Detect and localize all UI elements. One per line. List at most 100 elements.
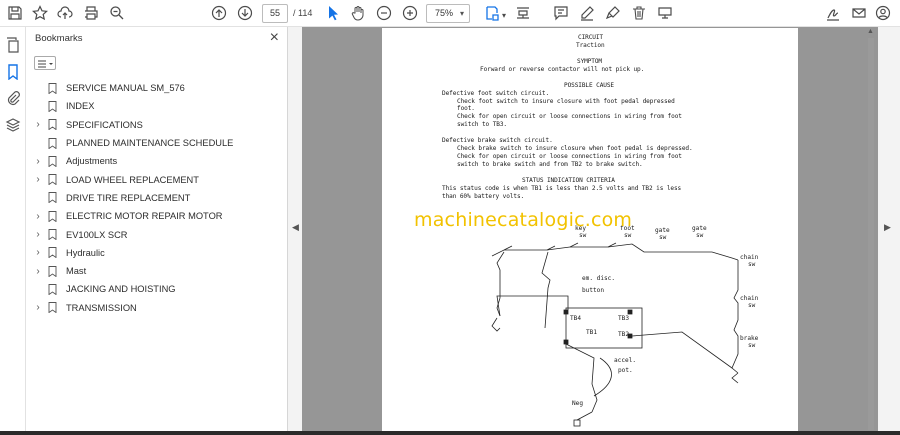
bookmark-label: DRIVE TIRE REPLACEMENT — [66, 192, 191, 203]
bookmark-label: PLANNED MAINTENANCE SCHEDULE — [66, 138, 234, 149]
bookmark-icon — [48, 82, 57, 94]
bookmark-icon — [48, 155, 57, 167]
page-up-icon[interactable] — [210, 4, 228, 22]
chevron-right-icon: ▶ — [884, 222, 891, 232]
delete-icon[interactable] — [630, 4, 648, 22]
bookmark-item[interactable]: › ELECTRIC MOTOR REPAIR MOTOR — [26, 207, 288, 225]
select-cursor-icon[interactable] — [324, 4, 342, 22]
print-icon[interactable] — [82, 4, 100, 22]
bookmark-icon — [48, 302, 57, 314]
bookmark-label: EV100LX SCR — [66, 229, 128, 240]
chevron-left-icon: ◀ — [292, 222, 299, 232]
bookmark-item[interactable]: › Hydraulic — [26, 244, 288, 262]
label-sw6: sw — [748, 302, 756, 309]
panel-collapse-handle[interactable]: ◀ — [288, 27, 302, 435]
bookmark-label: SPECIFICATIONS — [66, 119, 143, 130]
page-fit-icon[interactable] — [483, 4, 501, 22]
bookmark-item[interactable]: › TRANSMISSION — [26, 299, 288, 317]
bookmark-label: ELECTRIC MOTOR REPAIR MOTOR — [66, 211, 223, 222]
label-brake: brake — [740, 335, 759, 342]
label-sw1: sw — [579, 232, 587, 239]
page-down-icon[interactable] — [236, 4, 254, 22]
right-panel-handle[interactable]: ▶ — [878, 27, 900, 435]
chevron-right-icon[interactable]: › — [32, 119, 44, 130]
bookmarks-panel-icon[interactable] — [5, 64, 21, 81]
chevron-right-icon[interactable]: › — [32, 211, 44, 222]
label-sw5: sw — [748, 261, 756, 268]
layers-icon[interactable] — [5, 117, 21, 133]
bookmark-item[interactable]: PLANNED MAINTENANCE SCHEDULE — [26, 134, 288, 152]
bookmark-item[interactable]: › LOAD WHEEL REPLACEMENT — [26, 170, 288, 188]
highlight-icon[interactable] — [604, 4, 622, 22]
label-sw3: sw — [659, 234, 667, 241]
zoom-in-icon[interactable] — [401, 4, 419, 22]
bookmark-star-icon[interactable] — [31, 4, 49, 22]
bookmark-icon — [48, 283, 57, 295]
chevron-right-icon[interactable]: › — [32, 302, 44, 313]
document-viewer: CIRCUIT Traction SYMPTOM Forward or reve… — [302, 27, 878, 435]
pdf-page: CIRCUIT Traction SYMPTOM Forward or reve… — [382, 28, 798, 435]
zoom-search-icon[interactable] — [108, 4, 126, 22]
scroll-up-arrow[interactable]: ▲ — [867, 28, 874, 35]
label-gate1: gate — [655, 227, 670, 234]
label-sw4: sw — [696, 232, 704, 239]
zoom-select[interactable]: 75% ▾ — [426, 4, 470, 23]
bookmark-item[interactable]: SERVICE MANUAL SM_576 — [26, 79, 288, 97]
bookmark-icon — [48, 265, 57, 277]
chevron-right-icon[interactable]: › — [32, 229, 44, 240]
vertical-scrollbar[interactable] — [868, 38, 874, 430]
attachments-icon[interactable] — [5, 90, 21, 106]
label-neg: Neg — [572, 400, 583, 407]
label-tb1: TB1 — [586, 329, 597, 336]
scroll-mode-icon[interactable] — [514, 4, 532, 22]
taskbar-strip — [0, 431, 900, 435]
pen-icon[interactable] — [578, 4, 596, 22]
comment-icon[interactable] — [552, 4, 570, 22]
bookmark-icon — [48, 119, 57, 131]
bookmark-item[interactable]: › Mast — [26, 262, 288, 280]
bookmark-icon — [48, 247, 57, 259]
watermark: machinecatalogic.com — [414, 209, 633, 231]
close-icon[interactable]: × — [270, 29, 279, 47]
page-number-input[interactable]: 55 — [262, 4, 288, 23]
label-accel: accel. — [614, 357, 636, 364]
account-icon[interactable] — [874, 4, 892, 22]
bookmark-item[interactable]: JACKING AND HOISTING — [26, 280, 288, 298]
cloud-upload-icon[interactable] — [56, 4, 74, 22]
chevron-right-icon[interactable]: › — [32, 266, 44, 277]
bookmark-list: SERVICE MANUAL SM_576 INDEX › SPECIFICATION… — [26, 79, 288, 317]
bookmark-item[interactable]: DRIVE TIRE REPLACEMENT — [26, 189, 288, 207]
zoom-out-icon[interactable] — [375, 4, 393, 22]
chevron-right-icon[interactable]: › — [32, 156, 44, 167]
label-em-disc: em. disc. — [582, 275, 615, 282]
bookmark-options-button[interactable] — [34, 56, 56, 70]
label-tb3: TB3 — [618, 315, 629, 322]
bookmark-label: Adjustments — [66, 156, 118, 167]
top-toolbar: 55 / 114 75% ▾ ▾ — [0, 0, 900, 27]
label-chain1: chain — [740, 254, 759, 261]
left-nav-rail — [0, 27, 26, 435]
sign-icon[interactable] — [824, 4, 842, 22]
bookmark-item[interactable]: INDEX — [26, 97, 288, 115]
bookmark-label: INDEX — [66, 101, 95, 112]
bookmark-icon — [48, 192, 57, 204]
label-button: button — [582, 287, 604, 294]
page-thumbnails-icon[interactable] — [5, 37, 21, 53]
chevron-down-icon: ▾ — [459, 9, 464, 18]
bookmark-item[interactable]: › SPECIFICATIONS — [26, 116, 288, 134]
bookmark-item[interactable]: › EV100LX SCR — [26, 225, 288, 243]
save-icon[interactable] — [6, 4, 24, 22]
chevron-right-icon[interactable]: › — [32, 174, 44, 185]
chevron-down-icon[interactable]: ▾ — [500, 6, 508, 24]
bookmark-item[interactable]: › Adjustments — [26, 152, 288, 170]
bookmark-label: TRANSMISSION — [66, 302, 137, 313]
mail-icon[interactable] — [850, 4, 868, 22]
label-chain2: chain — [740, 295, 759, 302]
bookmark-icon — [48, 174, 57, 186]
hand-tool-icon[interactable] — [349, 4, 367, 22]
wiring-diagram: key sw foot sw gate sw gate sw chain sw … — [491, 225, 759, 427]
chevron-right-icon[interactable]: › — [32, 247, 44, 258]
bookmarks-panel: Bookmarks × SERVICE MANUAL SM_576 INDEX › S… — [26, 27, 288, 435]
bookmark-label: LOAD WHEEL REPLACEMENT — [66, 174, 199, 185]
more-tools-icon[interactable] — [656, 4, 674, 22]
